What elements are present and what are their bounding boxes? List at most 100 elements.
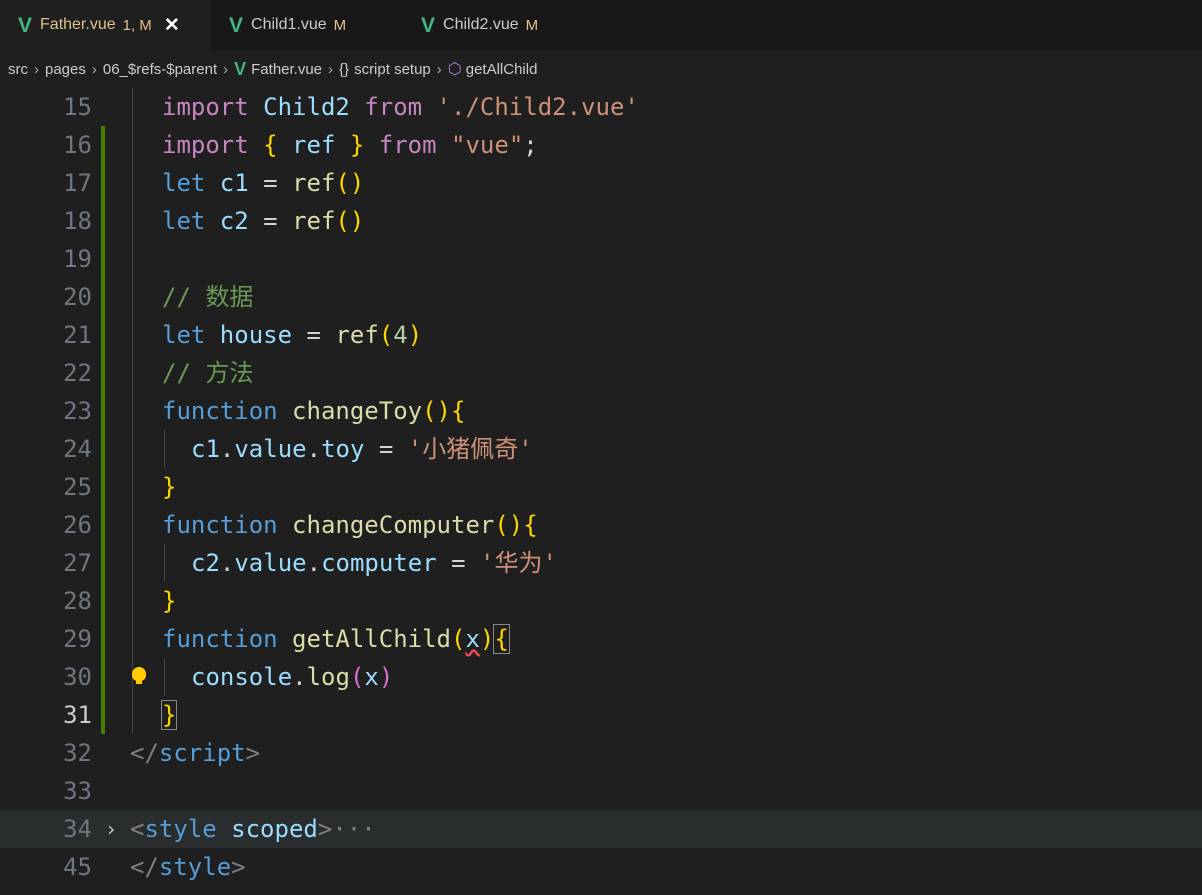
breadcrumb-item-src[interactable]: src [8,61,28,78]
code-token: style [158,853,232,881]
code-token: from [364,93,423,121]
git-modified-indicator[interactable] [101,126,105,164]
tab-child2-vue[interactable]: V Child2.vue M [401,0,595,50]
line-number: 24 [63,435,92,463]
indent-guide [132,696,133,734]
tab-label: Child1.vue [251,16,327,33]
line-number: 34 [63,815,92,843]
line-number: 26 [63,511,92,539]
breadcrumb-item-pages[interactable]: pages [45,61,86,78]
git-modified-indicator[interactable] [101,278,105,316]
code-line[interactable]: 21 let house = ref(4) [0,316,1202,354]
code-line[interactable]: 31} [0,696,1202,734]
code-line[interactable]: 22 // 方法 [0,354,1202,392]
code-token: } [349,131,365,159]
code-line[interactable]: 29 function getAllChild(x){ [0,620,1202,658]
line-number: 27 [63,549,92,577]
git-modified-indicator[interactable] [101,506,105,544]
code-line[interactable]: 25} [0,468,1202,506]
code-line[interactable]: 33 [0,772,1202,810]
breadcrumb-item-file[interactable]: Father.vue [251,61,322,78]
breadcrumb-item-function[interactable]: getAllChild [466,61,538,78]
code-text: </script> [130,734,260,772]
indent-guide [132,620,133,658]
code-token: ( [451,625,466,653]
code-token: </ [130,739,159,767]
code-line[interactable]: 16 import { ref } from "vue"; [0,126,1202,164]
code-line[interactable]: 34 › <style scoped>··· [0,810,1202,848]
code-token: > [245,739,261,767]
git-modified-indicator[interactable] [101,392,105,430]
code-text: function changeComputer(){ [162,506,538,544]
code-token: </ [130,853,159,881]
code-text: } [162,582,176,620]
git-modified-indicator[interactable] [101,240,105,278]
code-line[interactable]: 27 c2.value.computer = '华为' [0,544,1202,582]
lightbulb-icon[interactable] [132,667,146,684]
code-line[interactable]: 17 let c1 = ref() [0,164,1202,202]
git-modified-indicator[interactable] [101,354,105,392]
code-token: () [335,207,365,235]
code-token: { [263,131,278,159]
code-token: () [335,169,365,197]
code-line[interactable]: 24 c1.value.toy = '小猪佩奇' [0,430,1202,468]
chevron-right-icon: › [436,60,442,78]
line-number: 16 [63,131,92,159]
indent-guide [164,544,165,582]
code-token: c1 [191,435,220,463]
line-number: 32 [63,739,92,767]
code-token: () [494,511,524,539]
tab-child1-vue[interactable]: V Child1.vue M [211,0,401,50]
code-line[interactable]: 20 // 数据 [0,278,1202,316]
code-line[interactable]: 26 function changeComputer(){ [0,506,1202,544]
code-line[interactable]: 32 </script> [0,734,1202,772]
git-modified-indicator[interactable] [101,468,105,506]
code-token: ref [277,131,350,159]
close-icon[interactable]: ✕ [164,14,180,37]
code-token: { [451,397,466,425]
code-line[interactable]: 19 [0,240,1202,278]
code-token: ) [407,321,423,349]
git-modified-indicator[interactable] [101,582,105,620]
git-modified-indicator[interactable] [101,620,105,658]
git-modified-indicator[interactable] [101,202,105,240]
code-line[interactable]: 18 let c2 = ref() [0,202,1202,240]
code-line[interactable]: 28} [0,582,1202,620]
code-token: c2 [191,549,220,577]
code-token: scoped [231,815,318,843]
git-modified-indicator[interactable] [101,696,105,734]
line-number: 22 [63,359,92,387]
code-token: import [162,93,249,121]
git-modified-indicator[interactable] [101,658,105,696]
line-number: 29 [63,625,92,653]
git-modified-indicator[interactable] [101,430,105,468]
line-number: 19 [63,245,92,273]
code-token: function [162,625,278,653]
code-token: c1 [205,169,264,197]
code-line[interactable]: 30 console.log(x) [0,658,1202,696]
code-line[interactable]: 23 function changeToy(){ [0,392,1202,430]
code-token: } [162,587,177,615]
git-modified-indicator[interactable] [101,316,105,354]
chevron-right-icon: › [223,60,229,78]
line-number: 25 [63,473,92,501]
code-line[interactable]: 45 </style> [0,848,1202,886]
fold-chevron-icon[interactable]: › [105,810,117,848]
breadcrumb-item-folder[interactable]: 06_$refs-$parent [103,61,217,78]
code-token: ref [292,207,336,235]
tab-status: M [525,16,539,34]
tab-father-vue[interactable]: V Father.vue 1, M ✕ [0,0,211,50]
code-token: let [162,169,206,197]
vue-icon: V [18,13,33,37]
code-token: "vue" [451,131,524,159]
breadcrumb-item-script-setup[interactable]: script setup [354,61,431,78]
git-modified-indicator[interactable] [101,544,105,582]
code-token: . [219,435,235,463]
code-token: = [306,321,336,349]
code-line[interactable]: 15 import Child2 from './Child2.vue' [0,88,1202,126]
code-token: ) [479,625,495,653]
code-editor[interactable]: 15 import Child2 from './Child2.vue' 16 imp… [0,88,1202,895]
git-modified-indicator[interactable] [101,164,105,202]
